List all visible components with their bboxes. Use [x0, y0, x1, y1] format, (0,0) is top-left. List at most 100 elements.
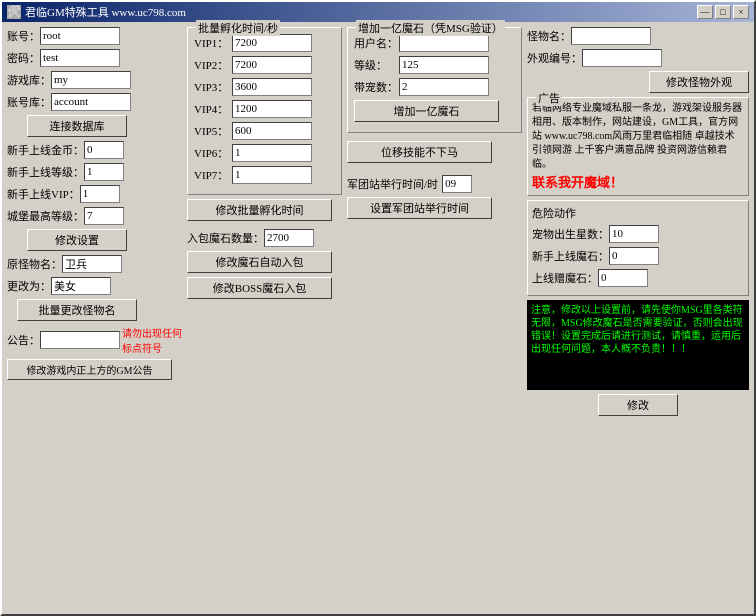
modify-moshi-auto-row: 修改魔石自动入包 [187, 251, 342, 273]
maximize-button[interactable]: □ [715, 5, 731, 19]
vip5-input[interactable] [232, 122, 312, 140]
ad-title: 广告 [536, 90, 562, 106]
app-icon: 🛠 [7, 5, 21, 19]
minimize-button[interactable]: — [697, 5, 713, 19]
move-skill-button[interactable]: 位移技能不下马 [347, 141, 492, 163]
army-time-row: 军团站举行时间/时 [347, 175, 522, 193]
new-vip-label: 新手上线VIP： [7, 186, 80, 202]
new-gold-label: 新手上线金币： [7, 142, 84, 158]
warning-text: 注意，修改以上设置前，请先使你MSG里各类符无限，MSG修改魔石是否需要验证，否… [531, 305, 743, 355]
vip6-row: VIP6： [194, 144, 335, 162]
titlebar-left: 🛠 君临GM特殊工具 www.uc798.com [7, 4, 186, 20]
vip6-input[interactable] [232, 144, 312, 162]
password-label: 密码： [7, 50, 40, 66]
new-vip-row: 新手上线VIP： [7, 185, 182, 203]
gamedb-row: 游戏库： [7, 71, 182, 89]
monster-name-label: 原怪物名： [7, 256, 62, 272]
army-time-input[interactable] [442, 175, 472, 193]
vip4-row: VIP4： [194, 100, 335, 118]
mid-panel: 批量孵化时间/秒 VIP1： VIP2： VIP3： VIP4： [187, 27, 342, 609]
mid2-level-label: 等级： [354, 57, 399, 73]
vip7-input[interactable] [232, 166, 312, 184]
main-window: 🛠 君临GM特殊工具 www.uc798.com — □ × 账号： 密码： 游… [0, 0, 756, 616]
add-moshi-button[interactable]: 增加一亿魔石 [354, 100, 499, 122]
bag-moshi-row: 入包魔石数量： [187, 229, 342, 247]
right-panel: 怪物名： 外观编号： 修改怪物外观 广告 君临网络专业魔域私服一条龙，游戏架设服… [527, 27, 749, 609]
announcement-row: 公告： 请勿出现任何标点符号 [7, 325, 182, 355]
army-time-label: 军团站举行时间/时 [347, 176, 438, 192]
announcement-label: 公告： [7, 332, 40, 348]
appearance-label: 外观编号： [527, 50, 582, 66]
mid2-level-input[interactable] [399, 56, 489, 74]
mid2-username-input[interactable] [399, 34, 489, 52]
account-input[interactable] [40, 27, 120, 45]
appearance-row: 外观编号： [527, 49, 749, 67]
mid2-pet-label: 带宠数： [354, 79, 399, 95]
vip3-label: VIP3： [194, 79, 232, 95]
new-vip-input[interactable] [80, 185, 120, 203]
modify-announcement-button[interactable]: 修改游戏内正上方的GM公告 [7, 359, 172, 380]
batch-change-button[interactable]: 批量更改怪物名 [17, 299, 137, 321]
monster-name2-row: 怪物名： [527, 27, 749, 45]
left-panel: 账号： 密码： 游戏库： 账号库： 连接数据库 新手上线金币： [7, 27, 182, 609]
hatch-group: 批量孵化时间/秒 VIP1： VIP2： VIP3： VIP4： [187, 27, 342, 195]
password-input[interactable] [40, 49, 120, 67]
close-button[interactable]: × [733, 5, 749, 19]
change-to-input[interactable] [51, 277, 111, 295]
announcement-input[interactable] [40, 331, 120, 349]
login-moshi-input[interactable] [598, 269, 648, 287]
appearance-input[interactable] [582, 49, 662, 67]
warning-box: 注意，修改以上设置前，请先使你MSG里各类符无限，MSG修改魔石是否需要验证，否… [527, 300, 749, 390]
gamedb-input[interactable] [51, 71, 131, 89]
modify-boss-moshi-row: 修改BOSS魔石入包 [187, 277, 342, 299]
modify-boss-moshi-button[interactable]: 修改BOSS魔石入包 [187, 277, 332, 299]
vip4-input[interactable] [232, 100, 312, 118]
moshi-group-title: 增加一亿魔石（凭MSG验证） [356, 20, 505, 36]
monster-name-input[interactable] [62, 255, 122, 273]
new-moshi-label: 新手上线魔石： [532, 248, 609, 264]
modify-settings-button[interactable]: 修改设置 [27, 229, 127, 251]
modify-hatch-button[interactable]: 修改批量孵化时间 [187, 199, 332, 221]
max-level-label: 城堡最高等级： [7, 208, 84, 224]
new-gold-input[interactable] [84, 141, 124, 159]
dangerous-group: 危险动作 宠物出生星数： 新手上线魔石： 上线赠魔石： [527, 200, 749, 296]
bag-moshi-input[interactable] [264, 229, 314, 247]
max-level-input[interactable] [84, 207, 124, 225]
vip2-input[interactable] [232, 56, 312, 74]
set-army-row: 设置军团站举行时间 [347, 197, 522, 219]
bag-moshi-label: 入包魔石数量： [187, 230, 264, 246]
dangerous-title: 危险动作 [532, 205, 744, 221]
new-moshi-row: 新手上线魔石： [532, 247, 744, 265]
move-skill-row: 位移技能不下马 [347, 141, 522, 163]
gamedb-label: 游戏库： [7, 72, 51, 88]
monster-name2-input[interactable] [571, 27, 651, 45]
set-army-button[interactable]: 设置军团站举行时间 [347, 197, 492, 219]
vip5-label: VIP5： [194, 123, 232, 139]
connect-button[interactable]: 连接数据库 [27, 115, 127, 137]
accountdb-label: 账号库： [7, 94, 51, 110]
vip3-input[interactable] [232, 78, 312, 96]
pet-star-label: 宠物出生星数： [532, 226, 609, 242]
modify-hatch-row: 修改批量孵化时间 [187, 199, 342, 221]
mid2-panel: 增加一亿魔石（凭MSG验证） 用户名： 等级： 带宠数： 增加一亿魔石 [347, 27, 522, 609]
vip7-row: VIP7： [194, 166, 335, 184]
vip3-row: VIP3： [194, 78, 335, 96]
pet-star-input[interactable] [609, 225, 659, 243]
vip1-row: VIP1： [194, 34, 335, 52]
account-row: 账号： [7, 27, 182, 45]
login-moshi-row: 上线赠魔石： [532, 269, 744, 287]
new-level-input[interactable] [84, 163, 124, 181]
titlebar-buttons: — □ × [697, 5, 749, 19]
modify-announcement-row: 修改游戏内正上方的GM公告 [7, 359, 182, 380]
password-row: 密码： [7, 49, 182, 67]
modify-moshi-auto-button[interactable]: 修改魔石自动入包 [187, 251, 332, 273]
vip1-input[interactable] [232, 34, 312, 52]
ad-link[interactable]: 联系我开魔域！ [532, 172, 744, 191]
new-moshi-input[interactable] [609, 247, 659, 265]
modify-settings-row: 修改设置 [7, 229, 182, 251]
modify-appearance-button[interactable]: 修改怪物外观 [649, 71, 749, 93]
modify-row: 修改 [527, 394, 749, 416]
modify-button[interactable]: 修改 [598, 394, 678, 416]
mid2-pet-input[interactable] [399, 78, 489, 96]
accountdb-input[interactable] [51, 93, 131, 111]
